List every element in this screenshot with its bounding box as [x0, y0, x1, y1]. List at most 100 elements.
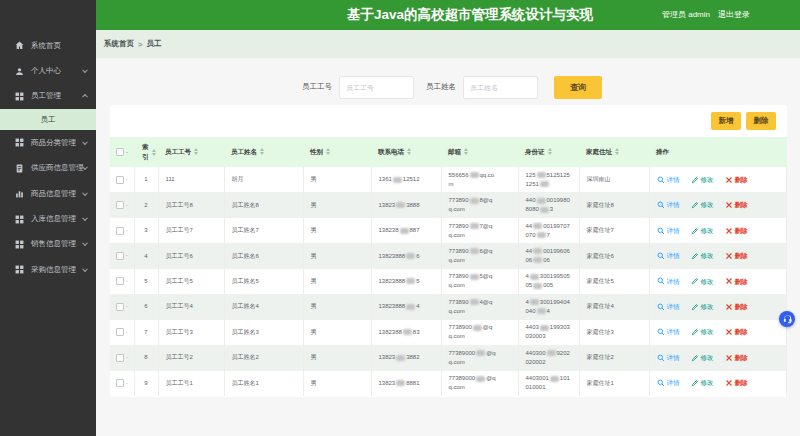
sidebar-item-7[interactable]: 销售信息管理 — [0, 232, 96, 257]
row-checkbox-cell: - — [110, 167, 134, 192]
redacted-blur — [406, 304, 415, 310]
cell-gender: 男 — [303, 320, 371, 345]
detail-link[interactable]: 详情 — [657, 302, 680, 312]
cell-employee-no: 员工工号1 — [158, 371, 224, 396]
x-icon — [725, 176, 733, 184]
row-checkbox[interactable] — [116, 201, 124, 209]
redacted-blur — [540, 325, 549, 331]
edit-link[interactable]: 修改 — [691, 226, 714, 236]
sidebar-item-8[interactable]: 采购信息管理 — [0, 257, 96, 282]
sort-icon[interactable] — [407, 148, 411, 155]
pencil-icon — [691, 277, 699, 285]
x-icon — [725, 303, 733, 311]
checkbox-dash: - — [126, 380, 128, 386]
row-checkbox[interactable] — [116, 379, 124, 387]
pencil-icon — [691, 379, 699, 387]
cell-email: 77389000@qq.com — [441, 345, 518, 370]
row-checkbox[interactable] — [116, 328, 124, 336]
row-checkbox[interactable] — [116, 176, 124, 184]
redacted-blur — [396, 202, 405, 208]
sidebar-item-5[interactable]: 商品信息管理 — [0, 181, 96, 206]
detail-link[interactable]: 详情 — [657, 327, 680, 337]
detail-link[interactable]: 详情 — [657, 251, 680, 261]
sidebar-item-label: 系统首页 — [31, 41, 61, 51]
redacted-blur — [530, 274, 539, 280]
edit-link[interactable]: 修改 — [691, 327, 714, 337]
edit-link[interactable]: 修改 — [691, 302, 714, 312]
sidebar-item-3[interactable]: 商品分类管理 — [0, 130, 96, 155]
employee-name-input[interactable] — [463, 76, 538, 99]
sort-icon[interactable] — [152, 149, 156, 156]
checkbox-dash: - — [126, 252, 128, 258]
delete-link[interactable]: 删除 — [725, 251, 748, 261]
cell-phone: 138238883 — [371, 320, 441, 345]
sort-icon[interactable] — [464, 148, 468, 155]
sidebar-item-1[interactable]: 个人中心 — [0, 58, 96, 83]
cell-employee-no: 员工工号5 — [158, 269, 224, 294]
magnifier-icon — [657, 354, 665, 362]
sidebar-item-4[interactable]: 供应商信息管理 — [0, 156, 96, 181]
sort-icon[interactable] — [194, 148, 198, 155]
row-checkbox[interactable] — [116, 354, 124, 362]
delete-button[interactable]: 删除 — [746, 112, 776, 130]
edit-link[interactable]: 修改 — [691, 175, 714, 185]
row-checkbox[interactable] — [116, 277, 124, 285]
magnifier-icon — [657, 252, 665, 260]
delete-link[interactable]: 删除 — [725, 226, 748, 236]
pencil-icon — [691, 176, 699, 184]
row-checkbox[interactable] — [116, 303, 124, 311]
service-float-button[interactable] — [779, 311, 795, 327]
logout-link[interactable]: 退出登录 — [718, 0, 750, 30]
detail-link[interactable]: 详情 — [657, 378, 680, 388]
edit-link[interactable]: 修改 — [691, 353, 714, 363]
chevron-down-icon — [82, 241, 88, 247]
checkbox-dash: - — [126, 227, 128, 233]
cell-idcard: 44001997070707 — [518, 218, 579, 243]
delete-link[interactable]: 删除 — [725, 302, 748, 312]
sidebar-item-0[interactable]: 系统首页 — [0, 33, 96, 58]
detail-link[interactable]: 详情 — [657, 277, 680, 287]
edit-link[interactable]: 修改 — [691, 251, 714, 261]
cell-address: 家庭住址4 — [579, 294, 649, 319]
sidebar-item-6[interactable]: 入库信息管理 — [0, 206, 96, 231]
edit-link[interactable]: 修改 — [691, 200, 714, 210]
row-checkbox[interactable] — [116, 227, 124, 235]
delete-link[interactable]: 删除 — [725, 277, 748, 287]
detail-link[interactable]: 详情 — [657, 226, 680, 236]
breadcrumb-root[interactable]: 系统首页 — [104, 39, 134, 49]
sidebar-item-label: 销售信息管理 — [31, 239, 76, 249]
delete-link[interactable]: 删除 — [725, 378, 748, 388]
delete-link[interactable]: 删除 — [725, 327, 748, 337]
redacted-blur — [470, 299, 479, 305]
delete-link[interactable]: 删除 — [725, 353, 748, 363]
detail-link[interactable]: 详情 — [657, 175, 680, 185]
table-row: -6员工工号4员工姓名4男1382388847738904@qq.com4300… — [110, 294, 787, 319]
table-row: -7员工工号3员工姓名3男1382388837738900@qq.com4403… — [110, 320, 787, 345]
sort-icon[interactable] — [548, 148, 552, 155]
sort-icon[interactable] — [615, 148, 619, 155]
cell-idcard: 43001994040404 — [518, 294, 579, 319]
detail-link[interactable]: 详情 — [657, 353, 680, 363]
detail-link[interactable]: 详情 — [657, 200, 680, 210]
sort-icon[interactable] — [326, 148, 330, 155]
sort-icon[interactable] — [260, 148, 264, 155]
sidebar-item-2[interactable]: 员工管理 — [0, 84, 96, 109]
cell-address: 家庭住址1 — [579, 371, 649, 396]
employee-no-input[interactable] — [339, 76, 414, 99]
edit-link[interactable]: 修改 — [691, 378, 714, 388]
cell-actions: 详情 修改 删除 — [649, 218, 787, 243]
edit-link[interactable]: 修改 — [691, 277, 714, 287]
cell-index: 7 — [134, 320, 158, 345]
sidebar-subitem-员工[interactable]: 员工 — [0, 109, 96, 130]
delete-link[interactable]: 删除 — [725, 200, 748, 210]
select-all-checkbox[interactable] — [116, 148, 124, 156]
search-bar: 员工工号 员工姓名 查询 — [302, 75, 602, 99]
delete-link[interactable]: 删除 — [725, 175, 748, 185]
row-checkbox[interactable] — [116, 252, 124, 260]
query-button[interactable]: 查询 — [554, 76, 602, 99]
cell-gender: 男 — [303, 218, 371, 243]
cell-employee-no: 员工工号7 — [158, 218, 224, 243]
add-button[interactable]: 新增 — [711, 112, 741, 130]
row-checkbox-cell: - — [110, 371, 134, 396]
magnifier-icon — [657, 176, 665, 184]
